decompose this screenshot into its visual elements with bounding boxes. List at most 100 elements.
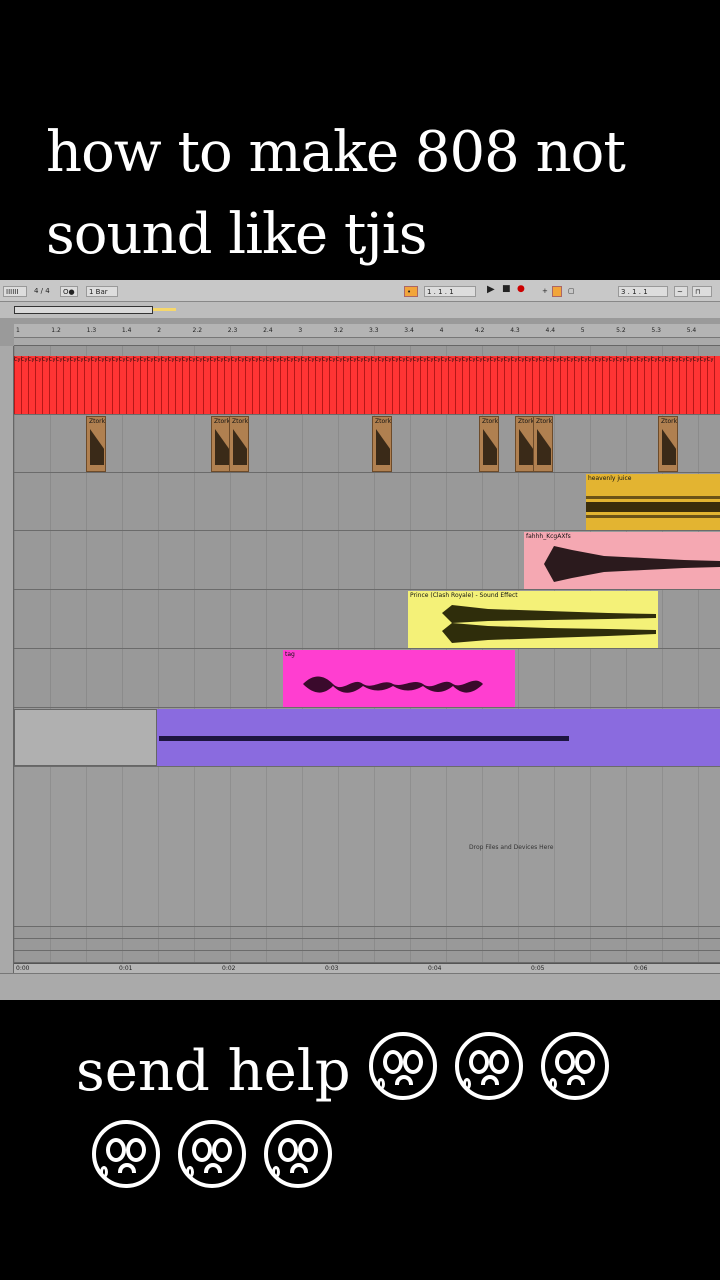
waveform: [662, 429, 676, 465]
midi-clip-808[interactable]: [157, 709, 720, 766]
clip-label: Cy: [189, 357, 196, 363]
audio-clip-ztork[interactable]: Ztork: [372, 416, 392, 472]
track-lane-6[interactable]: tag: [14, 649, 720, 708]
tap-button[interactable]: IIIIII: [3, 286, 27, 297]
transport-toolbar: IIIIII 4 / 4 O● 1 Bar • 1 . 1 . 1 ▶ ■ ● …: [0, 280, 720, 302]
audio-clip-ztork[interactable]: Ztork: [86, 416, 106, 472]
daw-arrangement-view: IIIIII 4 / 4 O● 1 Bar • 1 . 1 . 1 ▶ ■ ● …: [0, 280, 720, 1000]
waveform: [215, 429, 229, 465]
clip-label: Cy: [308, 357, 315, 363]
track-lane-1[interactable]: Cy Cy Cy Cy Cy Cy Cy Cy Cy Cy Cy Cy Cy Cy Cy Cy Cy Cy Cy Cy…: [14, 346, 720, 415]
clip-label: Prince (Clash Royale) - Sound Effect: [410, 592, 518, 599]
track-lane-4[interactable]: fahhh_KcgAXfs: [14, 531, 720, 590]
audio-clip-ztork[interactable]: Ztork: [533, 416, 553, 472]
audio-clip-heavenly-juice[interactable]: heavenly juice: [586, 474, 720, 530]
clip-label: Cy: [329, 357, 336, 363]
loop-switch-icon[interactable]: ⊓: [692, 286, 712, 297]
clip-label: Cy: [511, 357, 518, 363]
overview-window[interactable]: [14, 306, 153, 314]
drop-area[interactable]: [14, 767, 720, 927]
empty-clip-slot[interactable]: [14, 709, 157, 766]
loop-start-position[interactable]: 3 . 1 . 1: [618, 286, 668, 297]
time-tick: 0:02: [222, 965, 236, 972]
clip-label: Cy: [602, 357, 609, 363]
clip-label: Cy: [378, 357, 385, 363]
metronome-button[interactable]: O●: [60, 286, 78, 297]
clip-label: Cy: [105, 357, 112, 363]
time-tick: 0:00: [16, 965, 30, 972]
arrangement-overview[interactable]: [0, 302, 720, 318]
audio-clip-ztork[interactable]: Ztork: [211, 416, 231, 472]
track-lane-2[interactable]: Ztork Ztork Ztork Ztork Ztork Ztork Ztork Ztork: [14, 415, 720, 473]
clip-label: Cy: [133, 357, 140, 363]
clip-label: Cy: [406, 357, 413, 363]
time-ruler[interactable]: 0:00 0:01 0:02 0:03 0:04 0:05 0:06: [14, 963, 720, 973]
red-clip-block[interactable]: Cy Cy Cy Cy Cy Cy Cy Cy Cy Cy Cy Cy Cy Cy Cy Cy Cy Cy Cy Cy…: [14, 356, 720, 414]
clip-label: Cy: [21, 357, 28, 363]
play-icon[interactable]: ▶: [485, 284, 497, 295]
ruler-tick: 4.3: [510, 327, 520, 334]
caption-top: how to make 808 not sound like tjis: [46, 120, 626, 267]
audio-clip-ztork[interactable]: Ztork: [479, 416, 499, 472]
automation-lane[interactable]: [14, 951, 720, 963]
clip-label: Cy: [455, 357, 462, 363]
clip-label: Cy: [322, 357, 329, 363]
clip-label: Cy: [693, 357, 700, 363]
face-holding-back-tears-icon: [540, 1032, 609, 1100]
clip-label: Cy: [476, 357, 483, 363]
caption-bottom-text: send help: [76, 1039, 351, 1104]
clip-label: Cy: [686, 357, 693, 363]
audio-clip-tag[interactable]: tag: [283, 650, 515, 707]
waveform: [233, 429, 247, 465]
clip-label: Cy: [343, 357, 350, 363]
clip-label: Cy: [231, 357, 238, 363]
follow-icon[interactable]: •: [404, 286, 418, 297]
clip-label: Cy: [497, 357, 504, 363]
clip-label: Cy: [140, 357, 147, 363]
loop-brace-bar[interactable]: [14, 338, 720, 346]
clip-label: Cy: [224, 357, 231, 363]
clip-label: Cy: [609, 357, 616, 363]
waveform: [544, 546, 720, 582]
punch-icon[interactable]: ~: [674, 286, 688, 297]
face-holding-back-tears-icon: [454, 1032, 523, 1100]
clip-label: Cy: [518, 357, 525, 363]
clip-label: Ztork: [89, 418, 106, 425]
ruler-tick: 4.4: [545, 327, 556, 334]
audio-clip-ztork[interactable]: Ztork: [515, 416, 535, 472]
clip-label: Cy: [42, 357, 49, 363]
audio-clip-prince[interactable]: Prince (Clash Royale) - Sound Effect: [408, 591, 658, 648]
clip-label: Cy: [210, 357, 217, 363]
overdub-icon[interactable]: +: [540, 286, 550, 297]
clip-label: tag: [285, 651, 295, 658]
clip-label: Ztork: [536, 418, 553, 425]
time-signature[interactable]: 4 / 4: [32, 286, 52, 297]
stop-icon[interactable]: ■: [500, 284, 513, 295]
time-tick: 0:03: [325, 965, 339, 972]
track-lane-7[interactable]: [14, 708, 720, 767]
audio-clip-fahhh[interactable]: fahhh_KcgAXfs: [524, 532, 720, 589]
audio-clip-ztork[interactable]: Ztork: [658, 416, 678, 472]
clip-label: Cy: [238, 357, 245, 363]
clip-label: heavenly juice: [588, 475, 632, 482]
time-tick: 0:04: [428, 965, 442, 972]
song-position[interactable]: 1 . 1 . 1: [424, 286, 476, 297]
waveform: [90, 429, 104, 465]
track-lane-5[interactable]: Prince (Clash Royale) - Sound Effect: [14, 590, 720, 649]
ruler-tick: 3.4: [404, 327, 414, 334]
quantize-menu[interactable]: 1 Bar: [86, 286, 118, 297]
clip-label: Cy: [28, 357, 35, 363]
audio-clip-ztork[interactable]: Ztork: [229, 416, 249, 472]
clip-label: Cy: [161, 357, 168, 363]
automation-arm-icon[interactable]: [552, 286, 562, 297]
beat-ruler[interactable]: 1 1.2 1.3 1.4 2 2.2 2.3 2.4 3 3.2 3.3 3.4 4 4.2 4.3 4.4…: [14, 324, 720, 338]
master-lane[interactable]: [14, 927, 720, 939]
record-icon[interactable]: ●: [515, 284, 527, 295]
midi-note[interactable]: [159, 736, 569, 741]
clip-label: Cy: [623, 357, 630, 363]
ruler-tick: 1.4: [121, 327, 132, 334]
loop-icon[interactable]: ▢: [566, 286, 577, 297]
track-lane-3[interactable]: heavenly juice: [14, 473, 720, 531]
clip-label: fahhh_KcgAXfs: [526, 533, 571, 540]
return-lane[interactable]: [14, 939, 720, 951]
